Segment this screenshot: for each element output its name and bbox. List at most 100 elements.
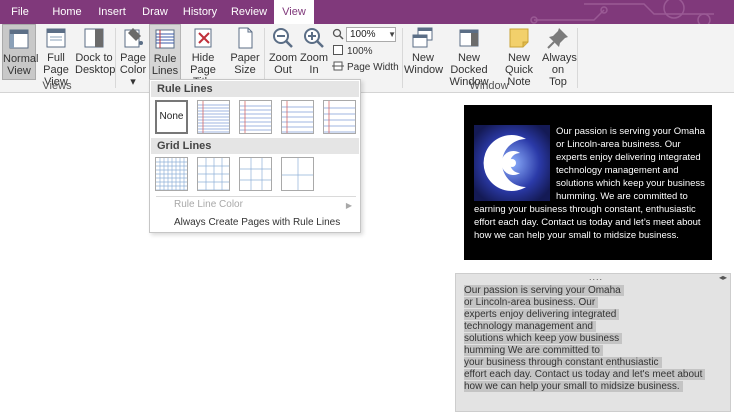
dock-to-desktop-icon: [84, 28, 104, 48]
text-line: technology management and: [464, 321, 705, 333]
rule-lines-label-1: Rule: [153, 53, 177, 65]
normal-view-icon: [9, 29, 29, 49]
wide-ruled-icon: [324, 101, 355, 133]
text-line: effort each day. Contact us today and le…: [464, 369, 706, 381]
text-line: solutions which keep yow business: [464, 333, 705, 345]
banner-text-tail: earning your business through constant, …: [474, 203, 701, 242]
rule-line-color-item: Rule Line Color: [174, 199, 243, 210]
dock-to-desktop-label-2: Desktop: [75, 64, 116, 76]
hide-page-title-button[interactable]: Hide Page Title: [181, 24, 225, 88]
selected-text[interactable]: Our passion is serving your Omaha or Lin…: [464, 285, 706, 393]
tab-view[interactable]: View: [274, 0, 314, 24]
dock-to-desktop-label-1: Dock to: [75, 52, 113, 64]
menu-separator: [156, 196, 356, 197]
text-line: how we can help your small to midsize bu…: [464, 381, 705, 393]
tab-insert[interactable]: Insert: [90, 0, 134, 24]
new-window-icon: [412, 27, 433, 48]
zoom-in-button[interactable]: Zoom In: [299, 24, 329, 80]
rule-lines-button[interactable]: Rule Lines ▾: [149, 24, 181, 89]
normal-view-button[interactable]: Normal View: [2, 24, 39, 80]
page-width-button[interactable]: Page Width: [332, 60, 399, 76]
narrow-ruled-icon: [198, 101, 229, 133]
ribbon-separator: [577, 28, 578, 88]
hide-page-title-icon: [194, 28, 212, 48]
grid-lines-small[interactable]: [155, 157, 188, 191]
page-color-label-1: Page: [120, 52, 146, 64]
zoom-in-label-1: Zoom: [299, 52, 329, 64]
full-page-view-button[interactable]: Full Page View: [37, 24, 75, 88]
page-width-icon: [332, 61, 344, 71]
full-page-view-icon: [46, 28, 66, 48]
zoom-out-label-2: Out: [274, 64, 292, 76]
zoom-out-label-1: Zoom: [268, 52, 298, 64]
company-logo-icon: [474, 125, 550, 201]
banner-line: humming. We are committed to: [556, 191, 688, 202]
very-large-grid-icon: [282, 158, 313, 190]
always-create-rule-lines-item[interactable]: Always Create Pages with Rule Lines: [174, 216, 340, 230]
text-line: Our passion is serving your Omaha: [464, 285, 705, 297]
text-line: or Lincoln-area business. Our: [464, 297, 705, 309]
company-banner-image: Our passion is serving your Omaha or Lin…: [464, 105, 712, 260]
zoom-out-button[interactable]: Zoom Out: [268, 24, 298, 80]
circuit-decoration-icon: [530, 0, 714, 24]
chevron-down-icon[interactable]: ▼: [388, 27, 396, 42]
grid-lines-header: Grid Lines: [151, 138, 359, 154]
new-window-button[interactable]: New Window: [404, 24, 444, 80]
page-color-button[interactable]: Page Color ▾: [117, 24, 149, 88]
banner-line: solutions which keep your business: [556, 178, 705, 189]
tab-draw[interactable]: Draw: [136, 0, 174, 24]
normal-view-label-2: View: [7, 65, 31, 77]
rule-lines-header: Rule Lines: [151, 81, 359, 97]
page-width-label: Page Width: [347, 62, 399, 73]
rule-lines-college[interactable]: [239, 100, 272, 134]
rule-lines-none[interactable]: None: [155, 100, 188, 134]
paper-size-icon: [238, 27, 253, 49]
tab-history[interactable]: History: [176, 0, 224, 24]
zoom-in-icon: [304, 28, 324, 48]
grid-lines-very-large[interactable]: [281, 157, 314, 191]
paper-size-button[interactable]: Paper Size: [229, 24, 261, 80]
rule-lines-wide[interactable]: [323, 100, 356, 134]
zoom-combo[interactable]: 100% ▼: [332, 27, 398, 43]
text-line: your business through constant enthusias…: [464, 357, 705, 369]
tab-review[interactable]: Review: [226, 0, 272, 24]
grid-lines-large[interactable]: [239, 157, 272, 191]
paper-size-label-2: Size: [234, 64, 256, 76]
dock-to-desktop-button[interactable]: Dock to Desktop: [75, 24, 116, 80]
hundred-percent-button[interactable]: 100%: [332, 44, 373, 60]
rule-lines-icon: [155, 29, 175, 49]
new-quick-note-label-1: New Quick: [504, 52, 534, 76]
normal-view-label-1: Normal: [3, 53, 39, 65]
banner-line: earning your business through constant, …: [474, 204, 696, 215]
window-group-label: Window: [469, 80, 509, 92]
rule-lines-narrow[interactable]: [197, 100, 230, 134]
college-ruled-icon: [240, 101, 271, 133]
pin-icon: [547, 28, 568, 49]
new-window-label-1: New: [411, 52, 434, 64]
rule-lines-standard[interactable]: [281, 100, 314, 134]
banner-line: or Lincoln-area business. Our: [556, 139, 681, 150]
page-color-icon: [124, 28, 143, 48]
container-resize-handle[interactable]: ◂▸: [719, 273, 727, 282]
ribbon-view: Normal View Full Page View Dock to Deskt…: [0, 24, 734, 93]
tab-file[interactable]: File: [0, 0, 40, 24]
tab-home[interactable]: Home: [44, 0, 90, 24]
text-line: humming We are committed to: [464, 345, 705, 357]
always-on-top-label-1: Always: [542, 52, 577, 64]
container-move-handle[interactable]: ....: [589, 272, 603, 282]
zoom-out-icon: [273, 28, 293, 48]
banner-text-block: Our passion is serving your Omaha or Lin…: [556, 125, 706, 203]
banner-line: Our passion is serving your Omaha: [556, 126, 705, 137]
ribbon-separator: [402, 28, 403, 88]
note-text-container[interactable]: .... ◂▸ Our passion is serving your Omah…: [455, 272, 731, 412]
new-window-label-2: Window: [404, 64, 444, 76]
magnifier-icon: [332, 28, 344, 40]
new-quick-note-button[interactable]: New Quick Note: [496, 24, 542, 88]
grid-lines-medium[interactable]: [197, 157, 230, 191]
banner-line: technology management and: [556, 165, 679, 176]
banner-line: how we can help your small to midsize bu…: [474, 230, 679, 241]
ribbon-separator: [115, 28, 116, 88]
new-docked-window-button[interactable]: New Docked Window: [443, 24, 495, 88]
ribbon-tab-bar: File Home Insert Draw History Review Vie…: [0, 0, 734, 24]
always-on-top-button[interactable]: Always on Top: [542, 24, 577, 88]
